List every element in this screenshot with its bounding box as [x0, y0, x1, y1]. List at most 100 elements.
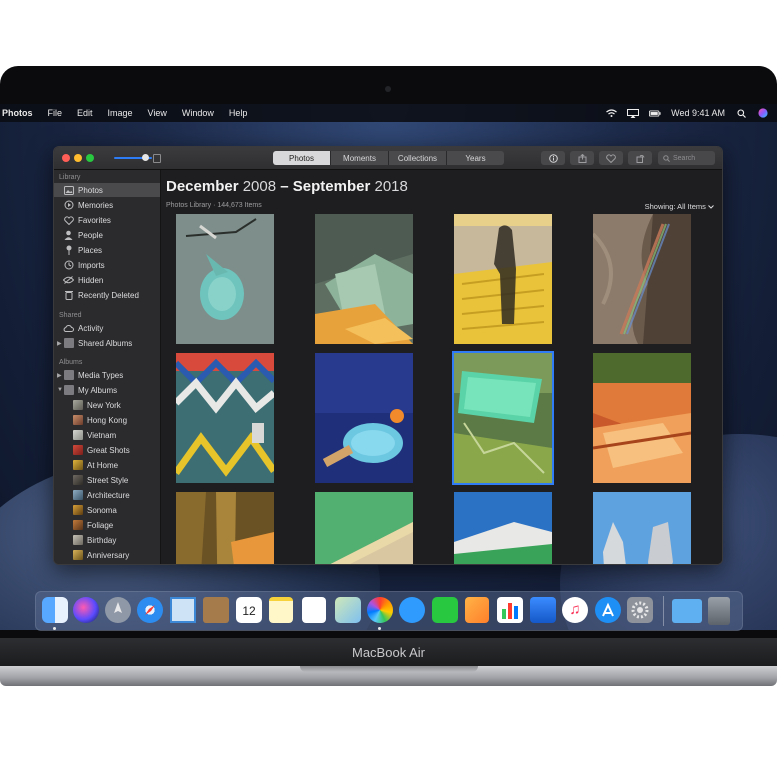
sidebar-item-activity[interactable]: Activity — [54, 321, 160, 335]
album-great-shots[interactable]: Great Shots — [54, 443, 160, 457]
album-new-york[interactable]: New York — [54, 398, 160, 412]
disclosure-right-icon[interactable]: ▶ — [57, 340, 63, 347]
search-icon[interactable] — [735, 108, 747, 118]
mail-icon[interactable] — [170, 597, 196, 623]
photo-thumbnail[interactable] — [593, 353, 691, 483]
sidebar-section-library: Library — [59, 174, 81, 181]
photo-thumbnail[interactable] — [315, 492, 413, 564]
album-street-style[interactable]: Street Style — [54, 473, 160, 487]
sidebar-item-hidden[interactable]: Hidden — [54, 273, 160, 287]
disclosure-down-icon[interactable]: ▼ — [57, 387, 63, 393]
tab-photos[interactable]: Photos — [273, 151, 331, 165]
menu-file[interactable]: File — [48, 108, 63, 118]
numbers-icon[interactable] — [497, 597, 523, 623]
siri-icon[interactable] — [73, 597, 99, 623]
menu-image[interactable]: Image — [108, 108, 133, 118]
downloads-folder-icon[interactable] — [672, 599, 702, 623]
album-vietnam[interactable]: Vietnam — [54, 428, 160, 442]
sidebar-item-recently-deleted[interactable]: Recently Deleted — [54, 288, 160, 302]
photo-library-content: December 2008 – September 2018 Photos Li… — [161, 170, 722, 564]
menu-edit[interactable]: Edit — [77, 108, 93, 118]
album-birthday[interactable]: Birthday — [54, 533, 160, 547]
photos-icon[interactable] — [367, 597, 393, 623]
sidebar-section-albums: Albums — [59, 359, 83, 366]
tab-collections[interactable]: Collections — [389, 151, 447, 165]
photo-thumbnail[interactable] — [176, 492, 274, 564]
close-button[interactable] — [62, 154, 70, 162]
photo-thumbnail[interactable] — [176, 353, 274, 483]
album-at-home[interactable]: At Home — [54, 458, 160, 472]
safari-icon[interactable] — [137, 597, 163, 623]
app-store-icon[interactable] — [595, 597, 621, 623]
share-button[interactable] — [570, 151, 594, 165]
calendar-icon[interactable]: 12 — [236, 597, 262, 623]
sidebar-item-media-types[interactable]: ▶ Media Types — [54, 368, 160, 382]
facetime-icon[interactable] — [432, 597, 458, 623]
zoom-slider-knob[interactable] — [142, 154, 149, 161]
favorite-button[interactable] — [599, 151, 623, 165]
sidebar-item-favorites[interactable]: Favorites — [54, 213, 160, 227]
chevron-down-icon — [708, 205, 714, 209]
finder-icon[interactable] — [42, 597, 68, 623]
sidebar-item-memories[interactable]: Memories — [54, 198, 160, 212]
keynote-icon[interactable] — [530, 597, 556, 623]
menu-clock[interactable]: Wed 9:41 AM — [671, 108, 725, 118]
maps-icon[interactable] — [335, 597, 361, 623]
photo-thumbnail[interactable] — [315, 214, 413, 344]
airplay-icon[interactable] — [627, 108, 640, 118]
battery-icon[interactable] — [649, 109, 661, 118]
album-thumbnail — [73, 475, 83, 485]
album-foliage[interactable]: Foliage — [54, 518, 160, 532]
notes-icon[interactable] — [269, 597, 293, 623]
pages-icon[interactable] — [465, 597, 489, 623]
sidebar-item-people[interactable]: People — [54, 228, 160, 242]
system-preferences-icon[interactable] — [627, 597, 653, 623]
showing-filter[interactable]: Showing: All Items — [645, 202, 714, 211]
sidebar-item-photos[interactable]: Photos — [54, 183, 160, 197]
menu-window[interactable]: Window — [182, 108, 214, 118]
photo-thumbnail-selected[interactable] — [452, 351, 554, 485]
album-hong-kong[interactable]: Hong Kong — [54, 413, 160, 427]
search-placeholder: Search — [673, 154, 696, 162]
album-label: Street Style — [87, 475, 129, 485]
music-icon[interactable]: ♫ — [562, 597, 588, 623]
launchpad-icon[interactable] — [105, 597, 131, 623]
sidebar-item-my-albums[interactable]: ▼ My Albums — [54, 383, 160, 397]
album-architecture[interactable]: Architecture — [54, 488, 160, 502]
photo-thumbnail[interactable] — [593, 214, 691, 344]
photo-thumbnail[interactable] — [454, 214, 552, 344]
menu-view[interactable]: View — [148, 108, 167, 118]
minimize-button[interactable] — [74, 154, 82, 162]
sidebar-item-shared-albums[interactable]: ▶ Shared Albums — [54, 336, 160, 350]
trash-icon[interactable] — [708, 597, 730, 625]
sidebar-item-label: People — [78, 230, 103, 240]
messages-icon[interactable] — [399, 597, 425, 623]
sidebar-item-label: Activity — [78, 323, 104, 333]
rotate-button[interactable] — [628, 151, 652, 165]
disclosure-right-icon[interactable]: ▶ — [57, 372, 63, 379]
search-icon — [663, 154, 670, 162]
album-sonoma[interactable]: Sonoma — [54, 503, 160, 517]
menu-help[interactable]: Help — [229, 108, 248, 118]
album-anniversary[interactable]: Anniversary — [54, 548, 160, 562]
sidebar-item-label: Imports — [78, 260, 105, 270]
photo-thumbnail[interactable] — [176, 214, 274, 344]
photo-thumbnail[interactable] — [315, 353, 413, 483]
reminders-icon[interactable] — [302, 597, 326, 623]
zoom-button[interactable] — [86, 154, 94, 162]
tab-years[interactable]: Years — [447, 151, 504, 165]
menu-app-name[interactable]: Photos — [2, 108, 33, 118]
siri-icon[interactable] — [757, 108, 769, 118]
wifi-icon[interactable] — [605, 109, 617, 118]
sidebar-item-imports[interactable]: Imports — [54, 258, 160, 272]
photo-thumbnail[interactable] — [454, 492, 552, 564]
tab-moments[interactable]: Moments — [331, 151, 389, 165]
contacts-icon[interactable] — [203, 597, 229, 623]
photo-thumbnail[interactable] — [593, 492, 691, 564]
sidebar-toggle-icon[interactable] — [153, 154, 161, 163]
info-button[interactable] — [541, 151, 565, 165]
folder-icon — [64, 370, 74, 380]
sidebar-item-places[interactable]: Places — [54, 243, 160, 257]
search-field[interactable]: Search — [658, 151, 715, 165]
sidebar-item-label: Shared Albums — [78, 338, 133, 348]
